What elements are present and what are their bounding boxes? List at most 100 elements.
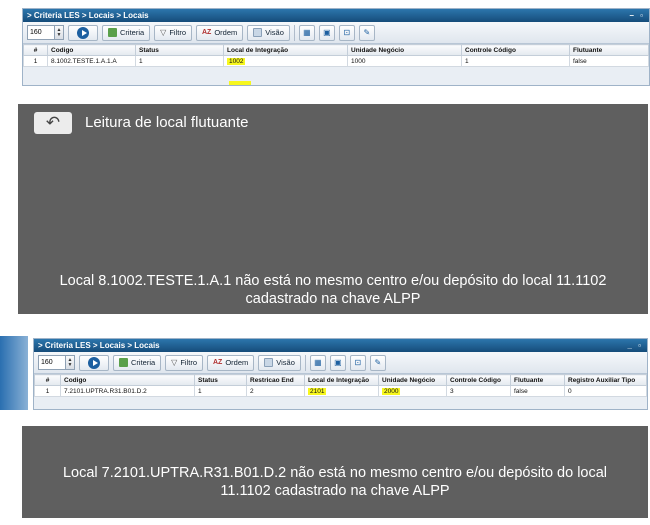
view-icon xyxy=(253,28,263,37)
tools-icon[interactable]: ✎ xyxy=(358,24,375,41)
error-message-line-2: 11.1102 cadastrado na chave ALPP xyxy=(220,483,450,499)
ordem-label: Ordem xyxy=(214,28,238,37)
cell-local-integracao[interactable]: 2101 xyxy=(304,385,379,397)
breadcrumb: > Criteria LES > Locais > Locais _ ▫ xyxy=(34,339,647,352)
error-message-line-1: Local 8.1002.TESTE.1.A.1 não está no mes… xyxy=(59,273,607,289)
toolbar: 160 ▲ ▼ Criteria ▽ Filtro AZ Ordem Visão ▦ … xyxy=(34,352,647,374)
column-header[interactable]: Controle Código xyxy=(461,44,570,56)
toolbar-divider xyxy=(293,24,295,41)
cell-controle-codigo[interactable]: 1 xyxy=(461,55,570,67)
column-header[interactable]: # xyxy=(34,374,61,386)
locais-grid-panel-1: > Criteria LES > Locais > Locais – ▫ 160… xyxy=(22,8,650,86)
filter-icon: ▽ xyxy=(160,28,167,37)
column-header[interactable]: Status xyxy=(194,374,247,386)
highlight-underline xyxy=(229,81,251,85)
sort-az-icon: AZ xyxy=(213,359,223,366)
breadcrumb-text: > Criteria LES > Locais > Locais xyxy=(38,341,160,350)
visao-label: Visão xyxy=(276,358,295,367)
cell-status[interactable]: 1 xyxy=(135,55,224,67)
save-icon[interactable]: ▣ xyxy=(318,24,335,41)
cell-unidade-negocio[interactable]: 1000 xyxy=(347,55,462,67)
page-size-value[interactable]: 160 xyxy=(28,26,54,39)
play-icon xyxy=(88,356,100,369)
view-icon xyxy=(264,358,274,367)
page-size-stepper[interactable]: 160 ▲ ▼ xyxy=(38,355,75,370)
ordem-label: Ordem xyxy=(225,358,249,367)
visao-label: Visão xyxy=(265,28,284,37)
cell-num[interactable]: 1 xyxy=(34,385,61,397)
message-dialog-1: ↶ Leitura de local flutuante Local 8.100… xyxy=(18,104,648,314)
criteria-label: Criteria xyxy=(120,28,145,37)
page-size-stepper[interactable]: 160 ▲ ▼ xyxy=(27,25,64,40)
back-button[interactable]: ↶ xyxy=(34,112,72,134)
table-row[interactable]: 1 7.2101.UPTRA.R31.B01.D.2 1 2 2101 2000… xyxy=(34,385,647,397)
column-header[interactable]: Status xyxy=(135,44,224,56)
breadcrumb-text: > Criteria LES > Locais > Locais xyxy=(27,11,149,20)
column-header[interactable]: Local de Integração xyxy=(304,374,379,386)
column-header[interactable]: # xyxy=(23,44,48,56)
stepper-arrows-icon[interactable]: ▲ ▼ xyxy=(65,356,74,369)
stepper-arrows-icon[interactable]: ▲ ▼ xyxy=(54,26,63,39)
export-icon[interactable]: ⊡ xyxy=(338,24,355,41)
filtro-label: Filtro xyxy=(169,28,186,37)
tools-icon[interactable]: ✎ xyxy=(369,354,386,371)
filtro-button[interactable]: ▽ Filtro xyxy=(165,354,203,371)
error-message: Local 7.2101.UPTRA.R31.B01.D.2 não está … xyxy=(22,464,648,500)
highlighted-value: 1002 xyxy=(227,57,246,65)
export-icon[interactable]: ⊡ xyxy=(349,354,366,371)
table-header-row: # Codigo Status Restricao End Local de I… xyxy=(34,374,647,386)
cell-restricao-end[interactable]: 2 xyxy=(246,385,305,397)
window-controls[interactable]: – ▫ xyxy=(629,9,645,22)
play-icon xyxy=(77,26,89,39)
dialog-heading: Leitura de local flutuante xyxy=(85,114,249,131)
sidebar-edge xyxy=(0,336,28,410)
highlighted-value: 2101 xyxy=(308,387,327,395)
cell-controle-codigo[interactable]: 3 xyxy=(446,385,511,397)
column-header[interactable]: Controle Código xyxy=(446,374,511,386)
ordem-button[interactable]: AZ Ordem xyxy=(207,354,255,371)
window-controls[interactable]: _ ▫ xyxy=(627,339,643,352)
highlighted-value: 2000 xyxy=(382,387,401,395)
filtro-label: Filtro xyxy=(180,358,197,367)
cell-flutuante[interactable]: false xyxy=(510,385,565,397)
criteria-label: Criteria xyxy=(131,358,156,367)
grid-icon[interactable]: ▦ xyxy=(298,24,315,41)
visao-button[interactable]: Visão xyxy=(247,24,290,41)
column-header[interactable]: Restricao End xyxy=(246,374,305,386)
cell-status[interactable]: 1 xyxy=(194,385,247,397)
column-header[interactable]: Unidade Negócio xyxy=(347,44,462,56)
save-icon[interactable]: ▣ xyxy=(329,354,346,371)
cell-codigo[interactable]: 7.2101.UPTRA.R31.B01.D.2 xyxy=(60,385,195,397)
ordem-button[interactable]: AZ Ordem xyxy=(196,24,244,41)
column-header[interactable]: Codigo xyxy=(60,374,195,386)
column-header[interactable]: Flutuante xyxy=(569,44,649,56)
cell-local-integracao[interactable]: 1002 xyxy=(223,55,348,67)
error-message-line-2: cadastrado na chave ALPP xyxy=(245,291,421,307)
column-header[interactable]: Unidade Negócio xyxy=(378,374,447,386)
grid-icon[interactable]: ▦ xyxy=(309,354,326,371)
criteria-button[interactable]: Criteria xyxy=(102,24,151,41)
cell-flutuante[interactable]: false xyxy=(569,55,649,67)
cell-registro-auxiliar-tipo[interactable]: 0 xyxy=(564,385,647,397)
error-message-line-1: Local 7.2101.UPTRA.R31.B01.D.2 não está … xyxy=(62,465,608,481)
execute-button[interactable] xyxy=(79,354,109,371)
column-header[interactable]: Codigo xyxy=(47,44,136,56)
back-arrow-icon: ↶ xyxy=(45,113,61,132)
message-dialog-2: Local 7.2101.UPTRA.R31.B01.D.2 não está … xyxy=(22,426,648,518)
filter-icon: ▽ xyxy=(171,358,178,367)
table-row[interactable]: 1 8.1002.TESTE.1.A.1.A 1 1002 1000 1 fal… xyxy=(23,55,649,67)
execute-button[interactable] xyxy=(68,24,98,41)
filtro-button[interactable]: ▽ Filtro xyxy=(154,24,192,41)
page-size-value[interactable]: 160 xyxy=(39,356,65,369)
column-header[interactable]: Registro Auxiliar Tipo xyxy=(564,374,647,386)
criteria-icon xyxy=(119,358,128,367)
toolbar: 160 ▲ ▼ Criteria ▽ Filtro AZ Ordem Visão ▦ … xyxy=(23,22,649,44)
column-header[interactable]: Local de Integração xyxy=(223,44,348,56)
cell-codigo[interactable]: 8.1002.TESTE.1.A.1.A xyxy=(47,55,136,67)
column-header[interactable]: Flutuante xyxy=(510,374,565,386)
criteria-button[interactable]: Criteria xyxy=(113,354,162,371)
visao-button[interactable]: Visão xyxy=(258,354,301,371)
cell-num[interactable]: 1 xyxy=(23,55,48,67)
cell-unidade-negocio[interactable]: 2000 xyxy=(378,385,447,397)
locais-grid-panel-2: > Criteria LES > Locais > Locais _ ▫ 160… xyxy=(33,338,648,410)
